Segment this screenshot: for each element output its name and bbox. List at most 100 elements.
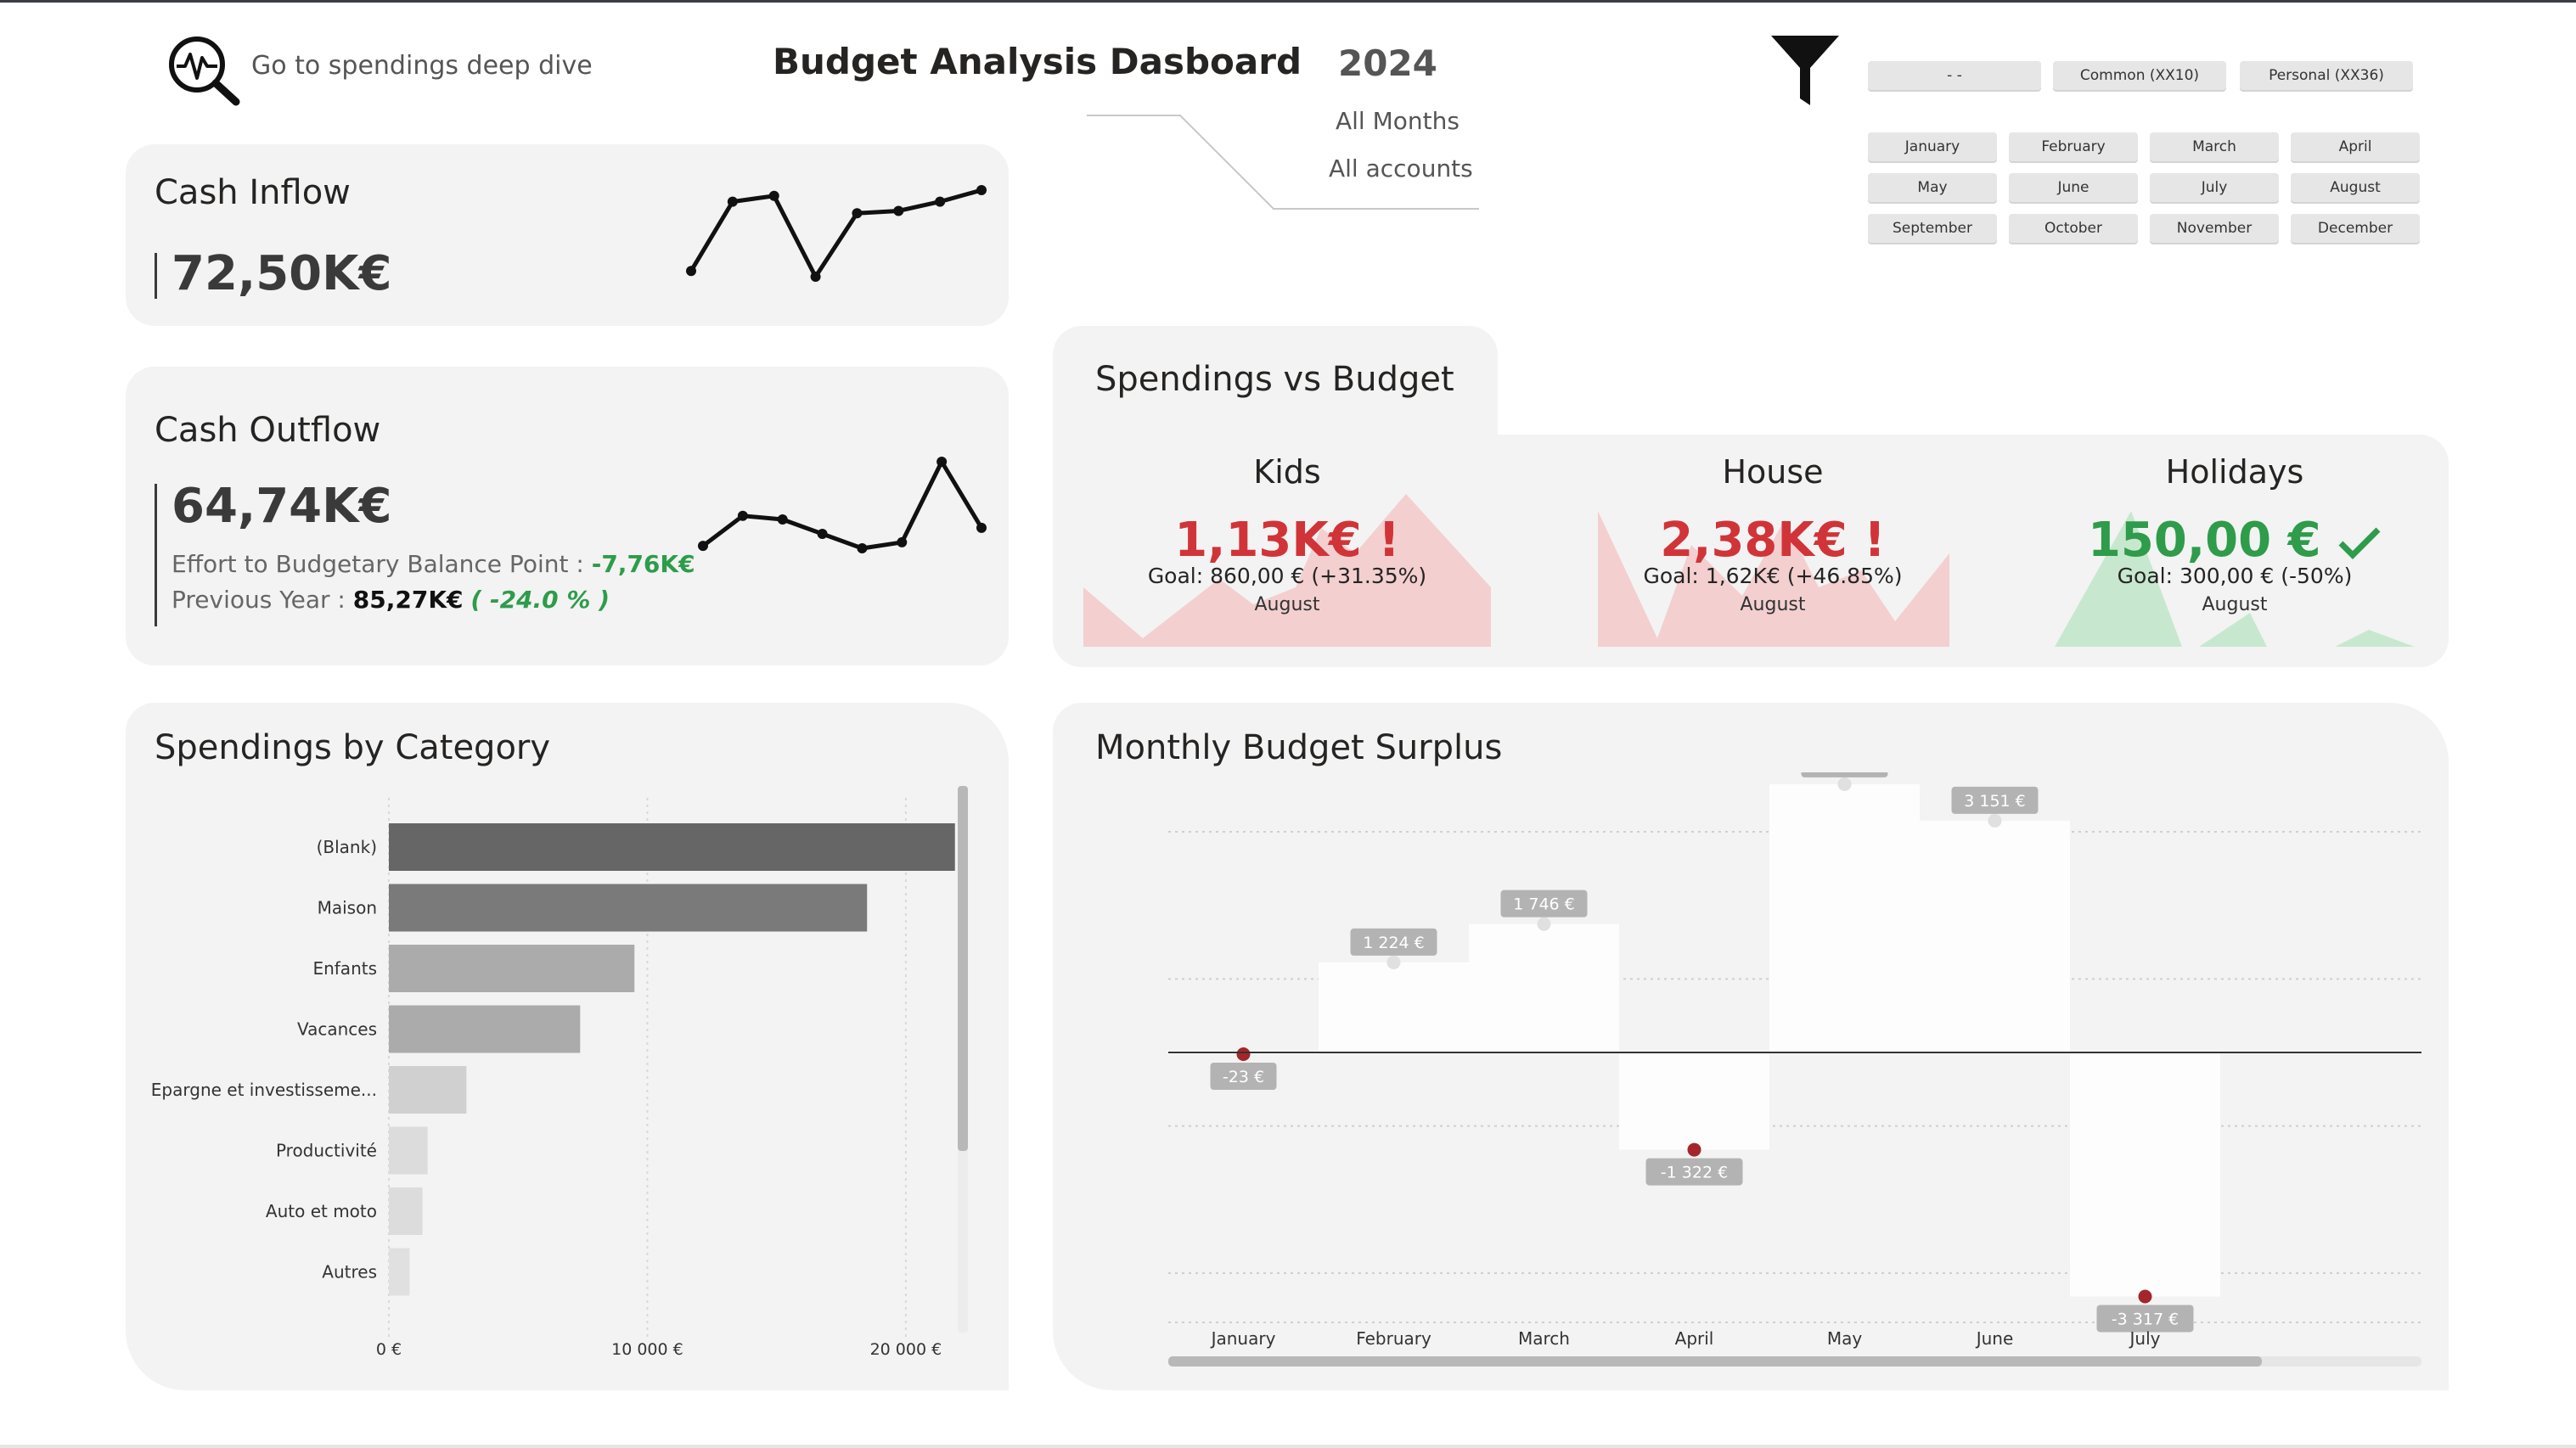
- surplus-scrollbar-thumb[interactable]: [1168, 1356, 2262, 1367]
- surplus-bar: [1619, 1052, 1769, 1150]
- house-title: House: [1722, 453, 1824, 491]
- month-option-august[interactable]: August: [2291, 173, 2420, 202]
- previous-year-label: Previous Year :: [172, 586, 353, 614]
- kids-title: Kids: [1253, 453, 1321, 491]
- sparkline-point: [897, 536, 908, 547]
- category-bar: [389, 1187, 423, 1235]
- sparkline-point: [810, 272, 821, 282]
- effort-label: Effort to Budgetary Balance Point :: [172, 550, 592, 578]
- month-option-january[interactable]: January: [1868, 132, 1997, 161]
- x-tick-label: January: [1210, 1328, 1276, 1349]
- month-option-may[interactable]: May: [1868, 173, 1997, 202]
- category-bar: [389, 1005, 581, 1053]
- month-option-april[interactable]: April: [2291, 132, 2420, 161]
- kids-goal: Goal: 860,00 € (+31.35%): [1147, 564, 1427, 588]
- x-tick-label: April: [1675, 1328, 1714, 1349]
- spendings-by-category-title: Spendings by Category: [155, 728, 551, 767]
- sparkline-point: [976, 522, 987, 533]
- effort-balance-line: Effort to Budgetary Balance Point : -7,7…: [172, 550, 695, 578]
- month-option-july[interactable]: July: [2150, 173, 2279, 202]
- holidays-title: Holidays: [2165, 453, 2304, 491]
- alert-icon: !: [1378, 513, 1400, 568]
- month-option-february[interactable]: February: [2009, 132, 2138, 161]
- surplus-bar: [1319, 962, 1469, 1052]
- house-month: August: [1740, 594, 1806, 615]
- kpi-accent-bar: [155, 253, 157, 299]
- monthly-budget-surplus-title: Monthly Budget Surplus: [1095, 728, 1503, 767]
- alert-icon: !: [1864, 513, 1886, 568]
- sparkline-point: [817, 529, 828, 539]
- sparkline-point: [857, 543, 868, 553]
- data-label: -3 317 €: [2112, 1310, 2179, 1328]
- deep-dive-search-icon[interactable]: [165, 32, 243, 107]
- holidays-goal: Goal: 300,00 € (-50%): [2117, 564, 2353, 588]
- sparkline-point: [768, 190, 779, 201]
- filter-icon[interactable]: [1769, 34, 1841, 107]
- data-label: 3 647 €: [1814, 772, 1876, 774]
- holidays-month: August: [2202, 594, 2268, 615]
- surplus-bar: [1769, 783, 1920, 1052]
- category-scrollbar-thumb[interactable]: [958, 786, 968, 1151]
- category-label: Auto et moto: [266, 1201, 377, 1221]
- data-label: -23 €: [1223, 1068, 1264, 1086]
- surplus-bar: [2070, 1052, 2220, 1297]
- surplus-marker: [1837, 777, 1852, 791]
- category-label: Autres: [322, 1262, 377, 1282]
- holidays-value: 150,00 €: [1980, 513, 2489, 568]
- x-tick-label: May: [1827, 1328, 1863, 1349]
- sparkline-point: [893, 205, 904, 216]
- account-option-none[interactable]: - -: [1868, 61, 2041, 90]
- kpi-accent-bar: [155, 484, 157, 626]
- surplus-marker: [1236, 1047, 1251, 1061]
- kids-month: August: [1254, 594, 1320, 615]
- sparkline-point: [737, 510, 748, 521]
- sparkline-point: [686, 266, 696, 277]
- cash-inflow-value: 72,50K€: [172, 246, 392, 301]
- sparkline-point: [777, 514, 788, 525]
- category-bar: [389, 1248, 410, 1296]
- cash-outflow-title: Cash Outflow: [155, 411, 381, 450]
- month-option-october[interactable]: October: [2009, 214, 2138, 243]
- data-label: 1 746 €: [1513, 895, 1575, 914]
- year-label: 2024: [1338, 42, 1437, 84]
- previous-year-line: Previous Year : 85,27K€ ( -24.0 % ): [172, 586, 610, 614]
- account-option-personal-xx36[interactable]: Personal (XX36): [2240, 61, 2413, 90]
- surplus-marker: [1988, 813, 2002, 828]
- category-label: Vacances: [297, 1019, 377, 1040]
- page-title: Budget Analysis Dasboard: [773, 41, 1302, 82]
- check-icon-path: [2338, 527, 2381, 559]
- effort-value: -7,76K€: [591, 550, 695, 578]
- kids-value: 1,13K€ !: [1174, 513, 1400, 568]
- data-label: 1 224 €: [1363, 934, 1425, 952]
- category-label: Productivité: [276, 1141, 377, 1161]
- category-bar: [389, 1126, 428, 1175]
- surplus-marker: [2138, 1289, 2152, 1304]
- month-option-june[interactable]: June: [2009, 173, 2138, 202]
- spendings-by-category-chart: 0 € 10 000 € 20 000 € (Blank) Maison Enfants V…: [151, 798, 955, 1359]
- month-option-march[interactable]: March: [2150, 132, 2279, 161]
- bottom-border: [0, 1445, 2576, 1448]
- sparkline-line: [701, 459, 984, 551]
- category-bar: [389, 1066, 467, 1114]
- surplus-marker: [1687, 1142, 1701, 1157]
- spendings-vs-budget-title: Spendings vs Budget: [1095, 360, 1454, 399]
- top-border: [0, 0, 2576, 3]
- x-tick-label: June: [1975, 1328, 2014, 1349]
- x-tick-label: July: [2129, 1328, 2161, 1349]
- house-goal: Goal: 1,62K€ (+46.85%): [1643, 564, 1903, 588]
- deep-dive-link[interactable]: Go to spendings deep dive: [251, 51, 593, 81]
- house-value: 2,38K€ !: [1660, 513, 1886, 568]
- cash-inflow-sparkline: [686, 185, 987, 282]
- month-option-december[interactable]: December: [2291, 214, 2420, 243]
- header-connector-line: [1087, 115, 1479, 210]
- category-label: Maison: [318, 898, 377, 918]
- surplus-marker: [1537, 917, 1551, 931]
- account-option-common-xx10[interactable]: Common (XX10): [2053, 61, 2226, 90]
- month-option-september[interactable]: September: [1868, 214, 1997, 243]
- month-option-november[interactable]: November: [2150, 214, 2279, 243]
- category-bar: [389, 945, 635, 992]
- previous-year-value: 85,27K€: [352, 586, 464, 614]
- previous-year-change: ( -24.0 % ): [470, 586, 610, 614]
- sparkline-point: [852, 208, 863, 219]
- cash-inflow-title: Cash Inflow: [155, 173, 351, 212]
